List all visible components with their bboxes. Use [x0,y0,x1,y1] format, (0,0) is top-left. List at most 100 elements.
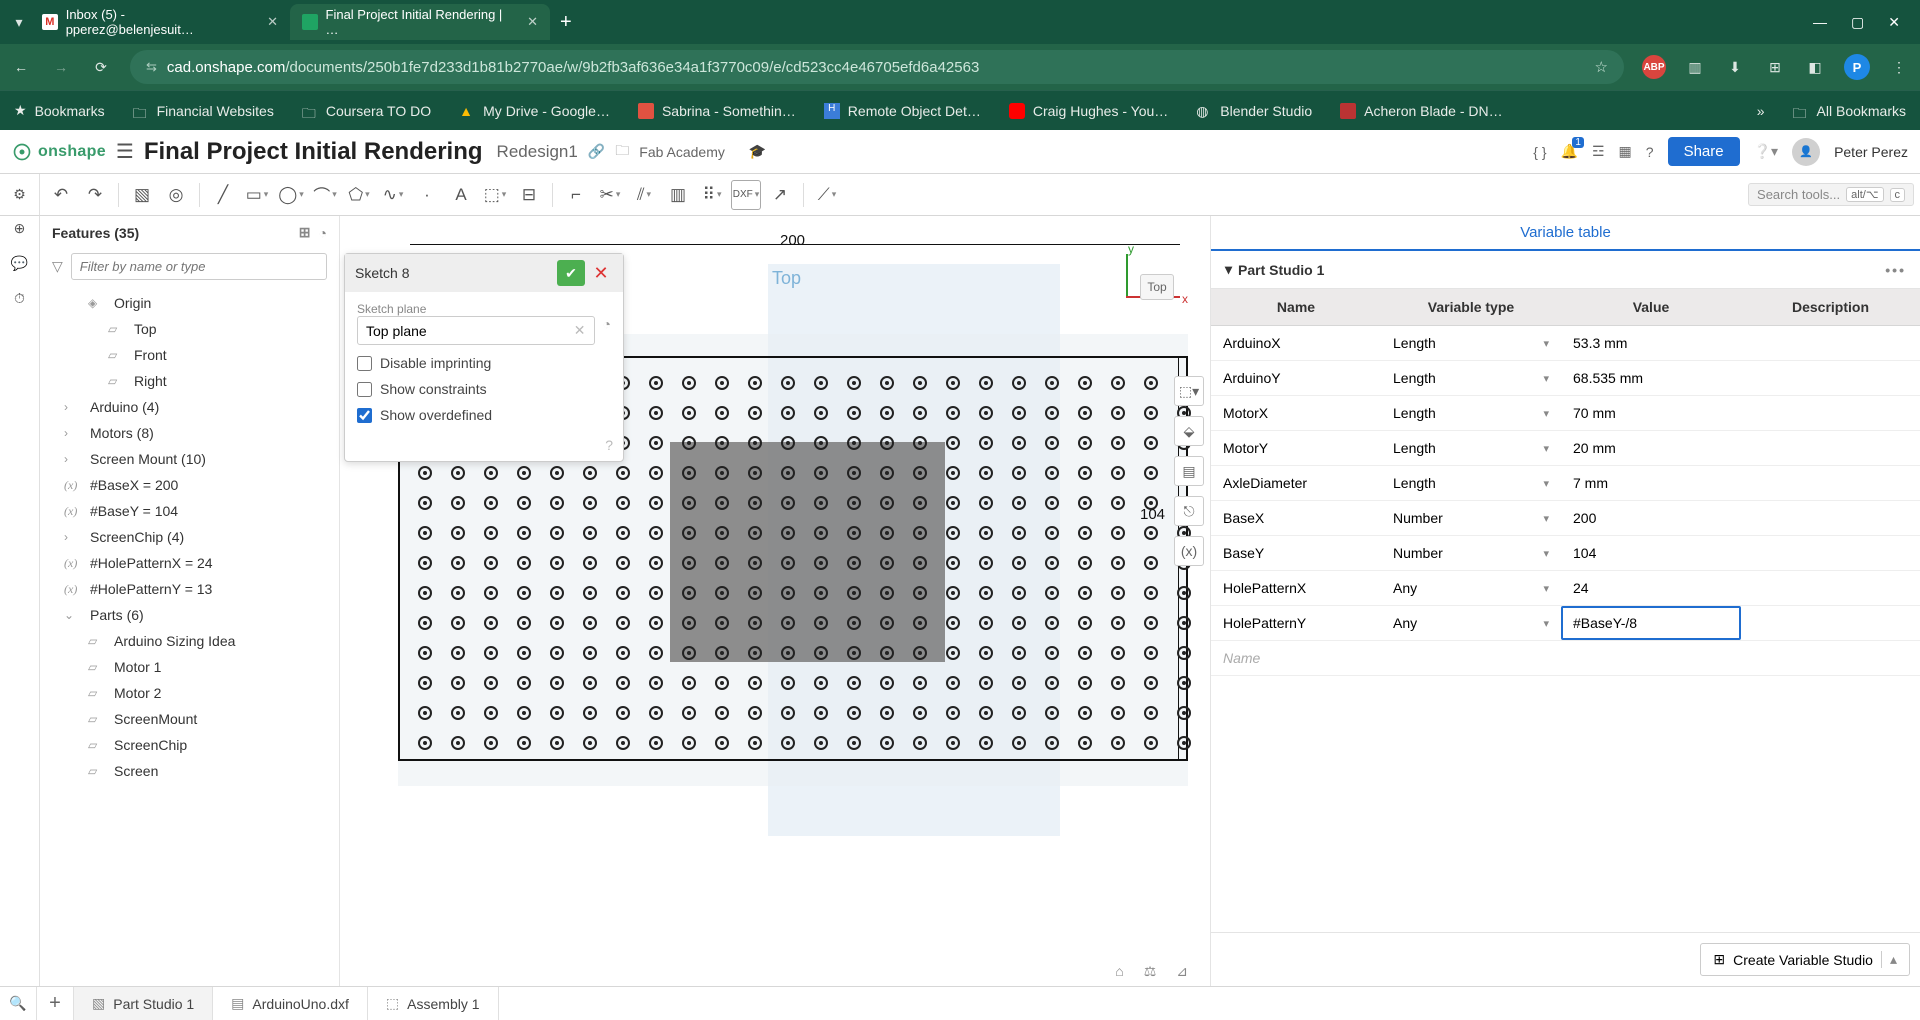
variable-table-tab[interactable]: Variable table [1211,216,1920,251]
hole[interactable] [550,526,564,540]
var-type-select[interactable]: Number▾ [1381,536,1561,570]
hole[interactable] [682,406,696,420]
hole[interactable] [913,556,927,570]
hole[interactable] [1078,586,1092,600]
hole[interactable] [649,736,663,750]
hole[interactable] [1012,436,1026,450]
hole[interactable] [451,496,465,510]
var-desc-cell[interactable] [1741,396,1920,430]
hole[interactable] [946,556,960,570]
add-feature-icon[interactable]: ⊞ [299,224,311,241]
hole[interactable] [880,646,894,660]
hole[interactable] [583,586,597,600]
hole[interactable] [913,526,927,540]
hole[interactable] [1045,496,1059,510]
hole[interactable] [682,466,696,480]
site-info-icon[interactable]: ⇆ [146,59,157,75]
var-value-cell[interactable]: 104 [1561,536,1741,570]
hole[interactable] [1144,556,1158,570]
more-icon[interactable]: ••• [1885,262,1906,278]
var-name-cell[interactable]: ArduinoY [1211,361,1381,395]
reload-icon[interactable]: ⟳ [90,59,112,76]
var-name-cell[interactable]: BaseX [1211,501,1381,535]
hole[interactable] [979,646,993,660]
var-name-cell[interactable]: MotorX [1211,396,1381,430]
point-tool-icon[interactable]: · [412,180,442,210]
hole[interactable] [979,436,993,450]
hole[interactable] [979,556,993,570]
hole[interactable] [1012,706,1026,720]
var-desc-cell[interactable] [1741,536,1920,570]
hole[interactable] [979,496,993,510]
hole[interactable] [1045,406,1059,420]
hole[interactable] [1078,376,1092,390]
hole[interactable] [616,496,630,510]
var-name-cell[interactable]: ArduinoX [1211,326,1381,360]
hole[interactable] [1078,646,1092,660]
var-value-cell[interactable]: 68.535 mm [1561,361,1741,395]
hole[interactable] [847,646,861,660]
hole[interactable] [550,556,564,570]
hole[interactable] [682,496,696,510]
camera-icon[interactable]: ⌂ [1115,963,1123,980]
document-title[interactable]: Final Project Initial Rendering [144,138,483,166]
hole[interactable] [1045,736,1059,750]
hole[interactable] [814,466,828,480]
hole[interactable] [1111,526,1125,540]
hole[interactable] [583,556,597,570]
versions-icon[interactable]: { } [1533,144,1546,160]
var-type-select[interactable]: Length▾ [1381,326,1561,360]
forward-icon[interactable]: → [50,59,72,75]
hole[interactable] [1111,586,1125,600]
hole[interactable] [1045,676,1059,690]
hole[interactable] [847,736,861,750]
hole[interactable] [715,586,729,600]
hole[interactable] [781,706,795,720]
hole[interactable] [1012,616,1026,630]
var-desc-cell[interactable] [1741,431,1920,465]
section-icon[interactable]: ▤ [1174,456,1204,486]
hole[interactable] [1111,556,1125,570]
var-name-cell[interactable]: MotorY [1211,431,1381,465]
hole[interactable] [418,616,432,630]
hole[interactable] [1012,646,1026,660]
hole[interactable] [913,586,927,600]
hole[interactable] [781,376,795,390]
hole[interactable] [913,706,927,720]
abp-extension-icon[interactable]: ABP [1642,55,1666,79]
hole[interactable] [913,736,927,750]
hole[interactable] [880,406,894,420]
hole[interactable] [913,496,927,510]
hole[interactable] [1078,466,1092,480]
hole[interactable] [682,436,696,450]
hole[interactable] [715,436,729,450]
hole[interactable] [1045,646,1059,660]
notifications-icon[interactable]: 🔔1 [1561,143,1578,160]
maximize-icon[interactable]: ▢ [1851,14,1864,31]
hole[interactable] [946,736,960,750]
hole[interactable] [649,556,663,570]
tab-dropdown-icon[interactable]: ▾ [8,14,30,31]
clear-icon[interactable]: ✕ [574,322,586,339]
hole[interactable] [517,736,531,750]
feature-item[interactable]: ›Motors (8) [40,420,339,446]
dimension-200[interactable]: 200 [780,232,805,249]
var-type-select[interactable]: Length▾ [1381,431,1561,465]
hole[interactable] [946,676,960,690]
feature-item[interactable]: (x)#BaseY = 104 [40,498,339,524]
hole[interactable] [847,406,861,420]
hole[interactable] [1111,736,1125,750]
hole[interactable] [484,526,498,540]
bm-blender[interactable]: ◍Blender Studio [1196,103,1312,119]
hole[interactable] [649,376,663,390]
hole[interactable] [814,646,828,660]
hole[interactable] [748,376,762,390]
hole[interactable] [847,556,861,570]
hole[interactable] [880,616,894,630]
hole[interactable] [913,646,927,660]
hole[interactable] [1111,616,1125,630]
var-value-cell[interactable]: 53.3 mm [1561,326,1741,360]
folder-name[interactable]: Fab Academy [639,144,725,160]
hole[interactable] [1012,466,1026,480]
hole[interactable] [814,526,828,540]
